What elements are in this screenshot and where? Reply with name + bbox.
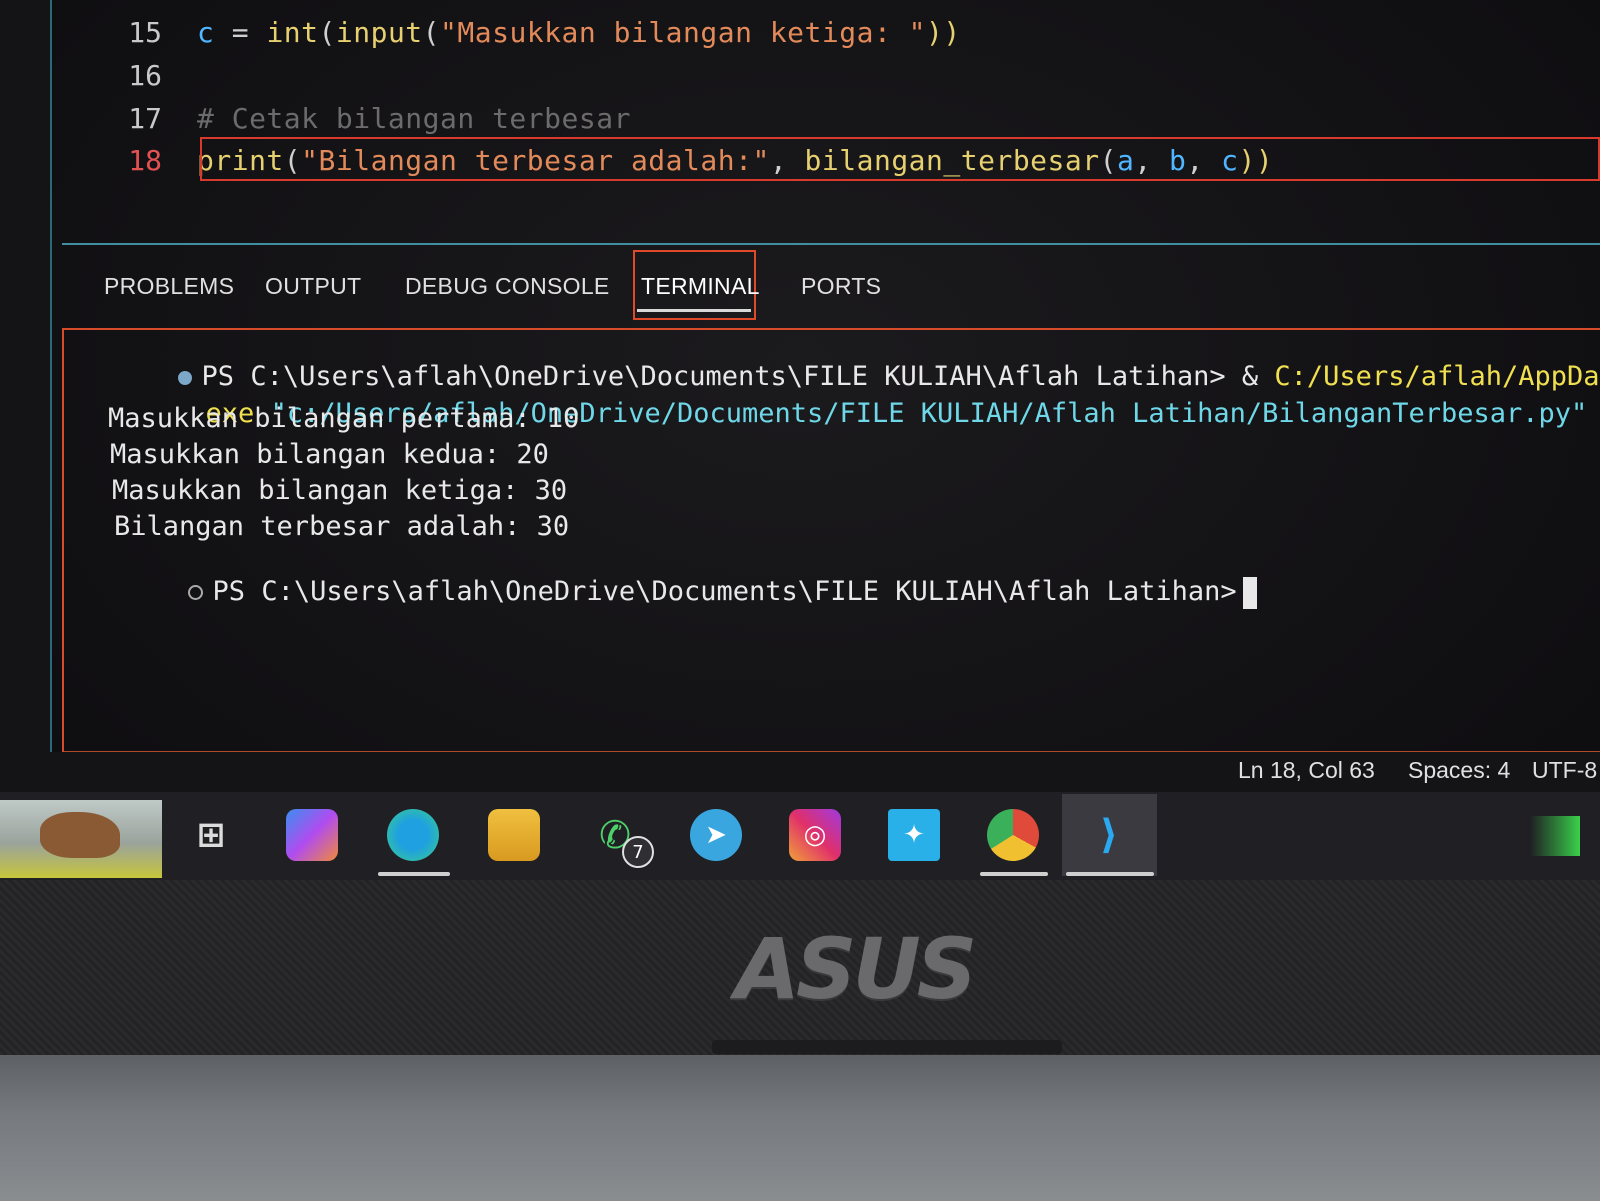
tab-ports[interactable]: PORTS (801, 273, 881, 300)
code-text[interactable]: # Cetak bilangan terbesar (197, 102, 631, 135)
telegram-icon[interactable]: ➤ (690, 809, 742, 861)
terminal-output-line: Masukkan bilangan kedua: 20 (110, 439, 549, 470)
code-token: ( (422, 16, 441, 49)
tab-problems[interactable]: PROBLEMS (104, 273, 234, 300)
text-cursor (1242, 576, 1257, 609)
code-token: ( (318, 16, 336, 49)
copilot-icon[interactable] (286, 809, 338, 861)
line-number: 15 (128, 16, 162, 49)
task-view-icon[interactable]: ⊞ (185, 809, 237, 861)
panel-tabs: PROBLEMS OUTPUT DEBUG CONSOLE TERMINAL P… (62, 248, 1600, 328)
okapi-image (40, 812, 120, 858)
code-token: c (197, 16, 215, 49)
line-highlight-box (200, 137, 1600, 181)
twitter-icon[interactable]: ✦ (888, 809, 940, 861)
code-token: "Masukkan bilangan ketiga: " (440, 16, 927, 49)
code-token: int (266, 16, 319, 49)
code-text[interactable]: c = int(input("Masukkan bilangan ketiga:… (197, 16, 961, 49)
code-token: = (214, 16, 267, 49)
wallpaper-thumbnail[interactable] (0, 800, 162, 878)
tab-debug-console[interactable]: DEBUG CONSOLE (405, 273, 610, 300)
chrome-icon[interactable] (987, 809, 1039, 861)
file-explorer-icon[interactable] (488, 809, 540, 861)
code-line[interactable]: 17 # Cetak bilangan terbesar (52, 96, 1600, 138)
screen: 15 c = int(input("Masukkan bilangan keti… (0, 0, 1600, 895)
vscode-icon[interactable]: ⟩ (1083, 809, 1135, 861)
code-line[interactable]: 15 c = int(input("Masukkan bilangan keti… (52, 10, 1600, 52)
line-number: 18 (128, 144, 162, 177)
chrome-open-indicator (980, 872, 1048, 876)
terminal-output-line: Masukkan bilangan ketiga: 30 (112, 475, 568, 506)
encoding[interactable]: UTF-8 (1532, 757, 1597, 784)
panel-divider[interactable] (62, 243, 1600, 245)
idle-dot-icon (187, 585, 203, 600)
cursor-position[interactable]: Ln 18, Col 63 (1238, 757, 1375, 784)
instagram-icon[interactable]: ◎ (789, 809, 841, 861)
line-number: 16 (128, 59, 162, 92)
terminal[interactable]: PS C:\Users\aflah\OneDrive\Documents\FIL… (80, 330, 1600, 750)
taskbar: ⊞ ✆ 7 ➤ ◎ ✦ ⟩ (0, 792, 1600, 880)
tab-active-indicator (637, 309, 751, 312)
laptop-base (0, 1055, 1600, 1201)
code-token: # Cetak bilangan terbesar (197, 102, 631, 135)
indentation[interactable]: Spaces: 4 (1408, 757, 1510, 784)
laptop-hinge (712, 1040, 1062, 1054)
status-bar: Ln 18, Col 63 Spaces: 4 UTF-8 (0, 752, 1600, 792)
vscode-open-indicator (1066, 872, 1154, 876)
code-token: )) (926, 16, 961, 49)
asus-logo: ASUS (735, 920, 977, 1018)
tab-terminal[interactable]: TERMINAL (641, 273, 760, 300)
code-token: input (335, 16, 423, 49)
line-number: 17 (128, 102, 162, 135)
whatsapp-badge: 7 (622, 836, 654, 868)
code-line[interactable]: 16 (52, 53, 1600, 95)
terminal-prompt-line[interactable]: PS C:\Users\aflah\OneDrive\Documents\FIL… (90, 545, 1257, 640)
terminal-output-line: Masukkan bilangan pertama: 10 (108, 403, 580, 434)
edge-open-indicator (378, 872, 450, 876)
final-prompt: PS C:\Users\aflah\OneDrive\Documents\FIL… (212, 576, 1237, 607)
terminal-output-line: Bilangan terbesar adalah: 30 (114, 511, 570, 542)
edge-icon[interactable] (387, 809, 439, 861)
tab-output[interactable]: OUTPUT (265, 273, 361, 300)
code-editor[interactable]: 15 c = int(input("Masukkan bilangan keti… (52, 0, 1600, 245)
network-icon[interactable] (1530, 816, 1580, 856)
